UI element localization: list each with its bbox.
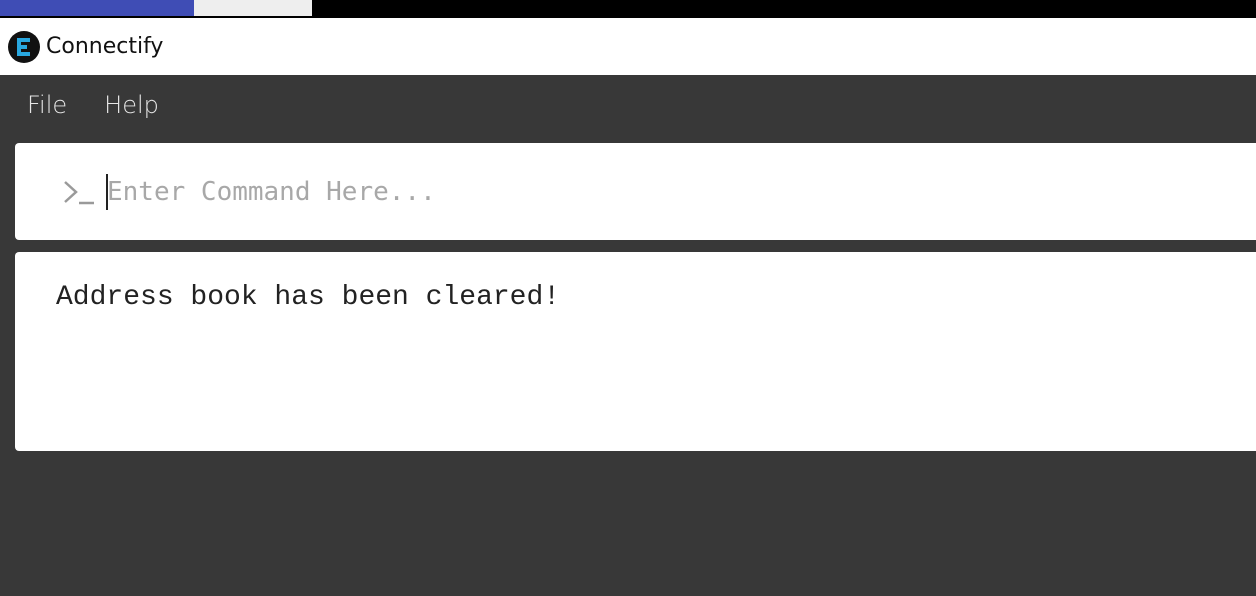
taskbar-segment: [194, 0, 312, 16]
menu-bar: File Help: [0, 75, 1256, 135]
result-message: Address book has been cleared!: [56, 282, 561, 313]
connectify-logo-icon: [8, 30, 40, 63]
result-display: Address book has been cleared!: [15, 252, 1256, 451]
terminal-prompt-icon: [64, 181, 94, 205]
command-box: [15, 143, 1256, 240]
menu-help[interactable]: Help: [104, 91, 159, 119]
taskbar-strip: [0, 0, 1256, 18]
window-titlebar: Connectify: [0, 18, 1256, 75]
menu-file[interactable]: File: [27, 91, 67, 119]
command-input[interactable]: [107, 167, 1247, 217]
taskbar-active-segment: [0, 0, 194, 16]
window-title: Connectify: [46, 34, 164, 59]
